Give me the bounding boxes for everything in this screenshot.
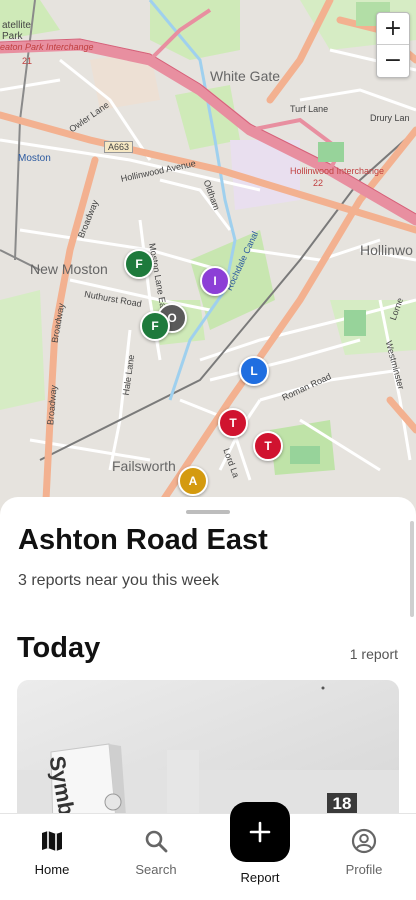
- tab-profile[interactable]: Profile: [324, 814, 404, 900]
- report-marker[interactable]: A: [178, 466, 208, 496]
- location-title: Ashton Road East: [18, 524, 268, 556]
- tab-home[interactable]: Home: [12, 814, 92, 900]
- user-circle-icon: [351, 828, 377, 854]
- bottom-tab-bar: Home Search Report Profile: [0, 802, 416, 900]
- tab-home-label: Home: [34, 862, 70, 877]
- map-base-tiles: [0, 0, 416, 520]
- report-button[interactable]: [230, 802, 290, 862]
- report-marker[interactable]: F: [124, 249, 154, 279]
- report-marker[interactable]: L: [239, 356, 269, 386]
- tab-report-label: Report: [240, 870, 280, 885]
- map-icon: [42, 831, 62, 851]
- zoom-control: + −: [376, 12, 410, 78]
- report-marker[interactable]: I: [200, 266, 230, 296]
- report-marker[interactable]: F: [140, 311, 170, 341]
- section-report-count: 1 report: [349, 646, 398, 662]
- tab-search[interactable]: Search: [116, 814, 196, 900]
- sheet-scrollbar[interactable]: [410, 521, 414, 617]
- plus-icon: [249, 821, 271, 843]
- location-subtitle: 3 reports near you this week: [18, 572, 219, 589]
- sheet-drag-handle[interactable]: [186, 510, 230, 514]
- tab-search-label: Search: [135, 862, 177, 877]
- zoom-out-button[interactable]: −: [377, 45, 409, 77]
- tab-profile-label: Profile: [345, 862, 383, 877]
- report-marker[interactable]: T: [218, 408, 248, 438]
- zoom-in-button[interactable]: +: [377, 13, 409, 45]
- box-number: 18: [332, 794, 352, 813]
- search-icon: [145, 830, 168, 853]
- section-title-today: Today: [17, 632, 101, 664]
- report-card[interactable]: Symb 18: [17, 680, 399, 830]
- map-view[interactable]: atellite Park eaton Park Interchange 21 …: [0, 0, 416, 520]
- report-marker[interactable]: T: [253, 431, 283, 461]
